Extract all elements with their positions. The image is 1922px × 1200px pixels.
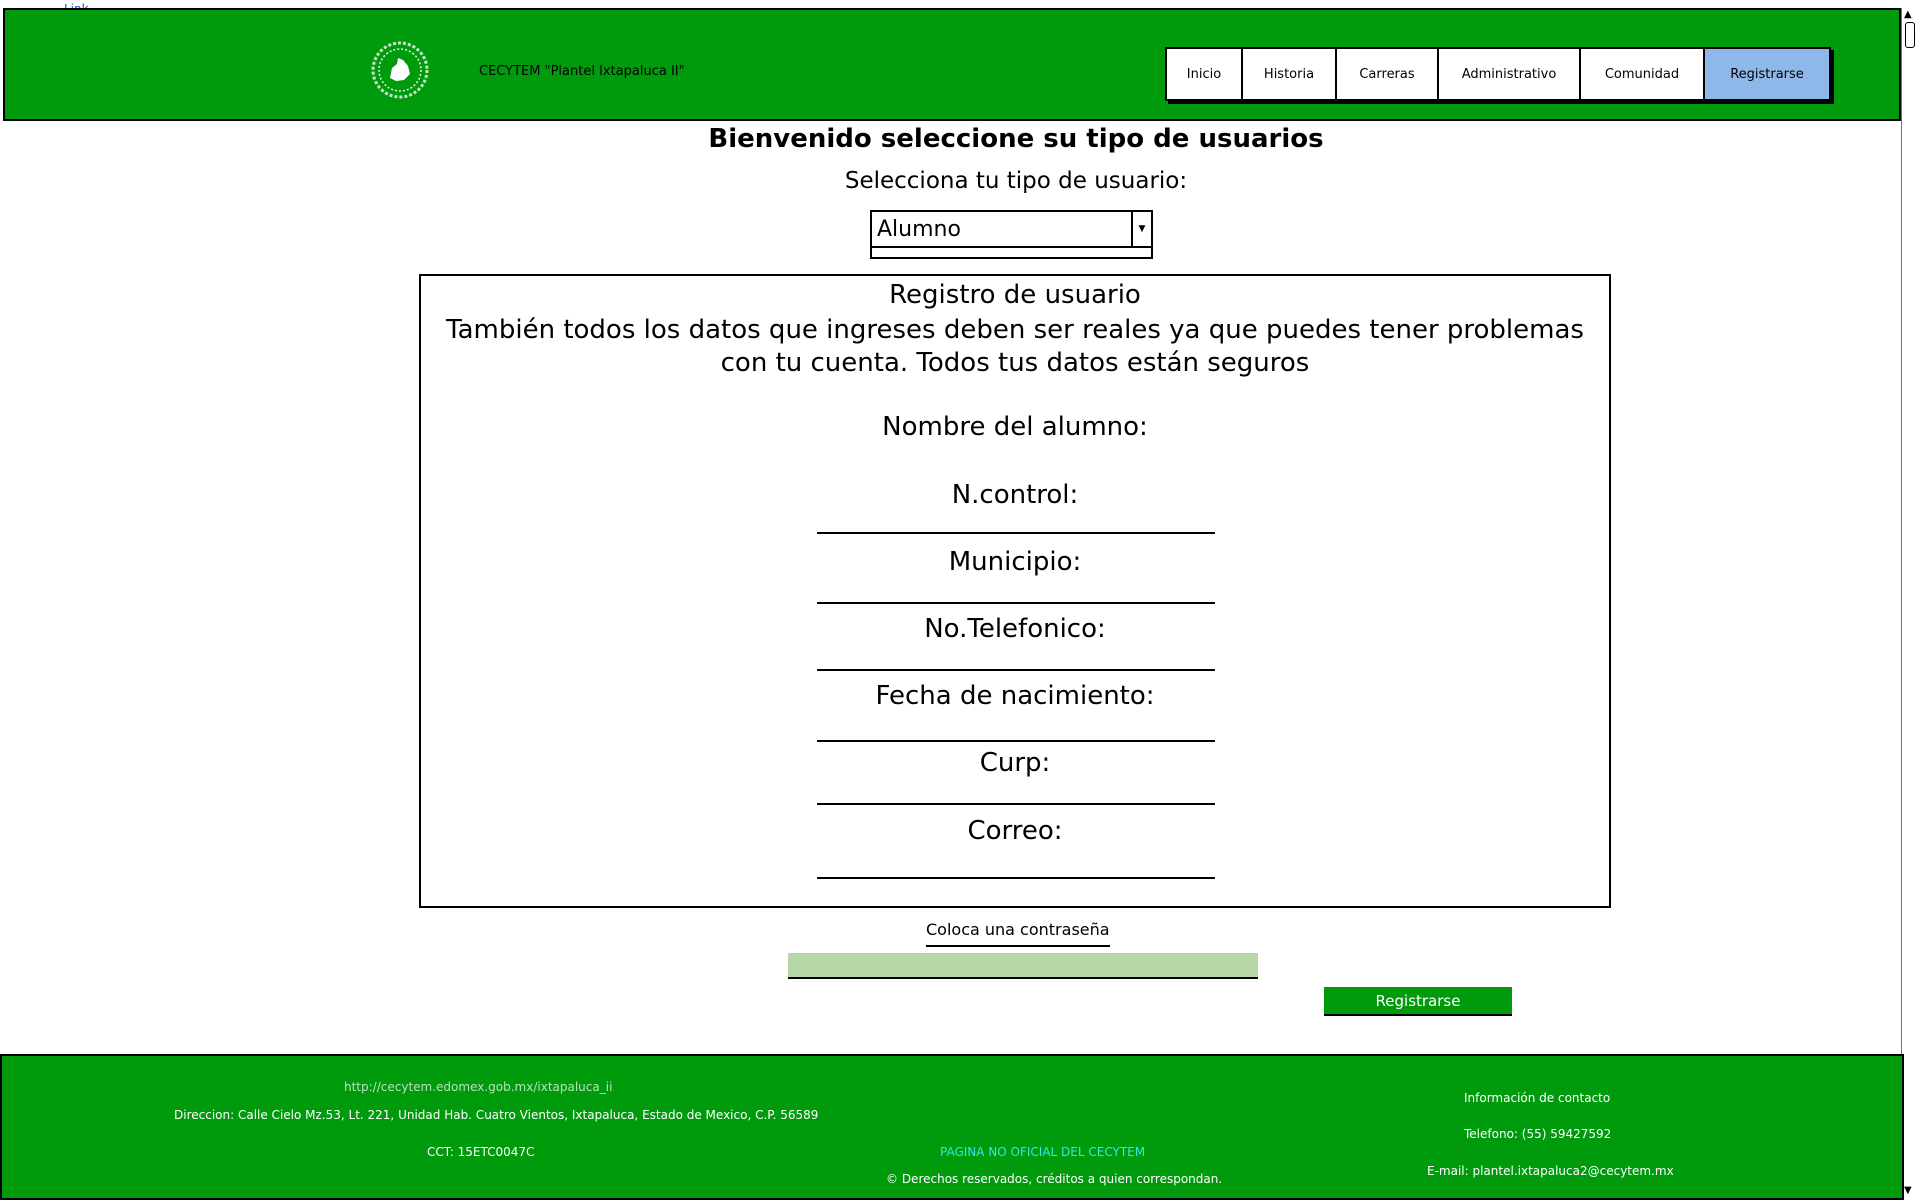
- main-nav: Inicio Historia Carreras Administrativo …: [1165, 47, 1831, 101]
- municipio-input[interactable]: [817, 602, 1215, 604]
- field-label-curp: Curp:: [979, 748, 1051, 778]
- cecytem-logo-icon: [371, 41, 429, 99]
- nav-inicio[interactable]: Inicio: [1167, 49, 1243, 99]
- scroll-thumb[interactable]: [1905, 22, 1915, 48]
- user-type-label: Selecciona tu tipo de usuario:: [844, 168, 1188, 194]
- register-button[interactable]: Registrarse: [1324, 987, 1512, 1016]
- footer-site-link[interactable]: http://cecytem.edomex.gob.mx/ixtapaluca_…: [344, 1080, 612, 1094]
- fecha-nacimiento-input[interactable]: [817, 740, 1215, 742]
- nav-administrativo[interactable]: Administrativo: [1439, 49, 1581, 99]
- user-type-dropdown-edge: [870, 247, 1153, 259]
- user-type-select[interactable]: Alumno ▼: [870, 210, 1153, 248]
- footer-email: E-mail: plantel.ixtapaluca2@cecytem.mx: [1427, 1164, 1674, 1178]
- correo-input[interactable]: [817, 877, 1215, 879]
- field-label-fecha-nacimiento: Fecha de nacimiento:: [875, 681, 1155, 711]
- field-label-ncontrol: N.control:: [951, 480, 1079, 510]
- footer-contact-title: Información de contacto: [1464, 1091, 1611, 1105]
- nav-carreras[interactable]: Carreras: [1337, 49, 1439, 99]
- chevron-down-icon[interactable]: ▼: [1131, 212, 1151, 246]
- password-label: Coloca una contraseña: [926, 920, 1110, 947]
- curp-input[interactable]: [817, 803, 1215, 805]
- field-label-municipio: Municipio:: [948, 547, 1082, 577]
- field-label-correo: Correo:: [967, 816, 1063, 846]
- nav-historia[interactable]: Historia: [1243, 49, 1337, 99]
- footer-phone: Telefono: (55) 59427592: [1464, 1127, 1612, 1141]
- telefono-input[interactable]: [817, 669, 1215, 671]
- footer-rights: © Derechos reservados, créditos a quien …: [886, 1172, 1223, 1186]
- form-notice: También todos los datos que ingreses deb…: [446, 315, 1584, 378]
- form-title: Registro de usuario: [889, 280, 1141, 310]
- field-label-telefono: No.Telefonico:: [924, 614, 1106, 644]
- registration-form: Registro de usuario También todos los da…: [419, 274, 1611, 908]
- site-title: CECYTEM "Plantel Ixtapaluca II": [479, 64, 685, 79]
- scroll-up-arrow-icon[interactable]: ▲: [1904, 10, 1912, 20]
- password-input[interactable]: [788, 953, 1258, 979]
- field-label-nombre: Nombre del alumno:: [882, 412, 1148, 442]
- footer-not-official-notice: PAGINA NO OFICIAL DEL CECYTEM: [940, 1145, 1146, 1159]
- footer-address: Direccion: Calle Cielo Mz.53, Lt. 221, U…: [174, 1108, 819, 1122]
- ncontrol-input[interactable]: [817, 532, 1215, 534]
- site-footer: http://cecytem.edomex.gob.mx/ixtapaluca_…: [0, 1054, 1904, 1200]
- user-type-selected-value: Alumno: [877, 217, 961, 242]
- site-header: CECYTEM "Plantel Ixtapaluca II" Inicio H…: [3, 8, 1901, 121]
- welcome-heading: Bienvenido seleccione su tipo de usuario…: [708, 124, 1324, 154]
- scroll-down-arrow-icon[interactable]: ▼: [1904, 1186, 1912, 1196]
- nav-registrarse[interactable]: Registrarse: [1705, 49, 1829, 99]
- nav-comunidad[interactable]: Comunidad: [1581, 49, 1705, 99]
- footer-cct: CCT: 15ETC0047C: [427, 1145, 535, 1159]
